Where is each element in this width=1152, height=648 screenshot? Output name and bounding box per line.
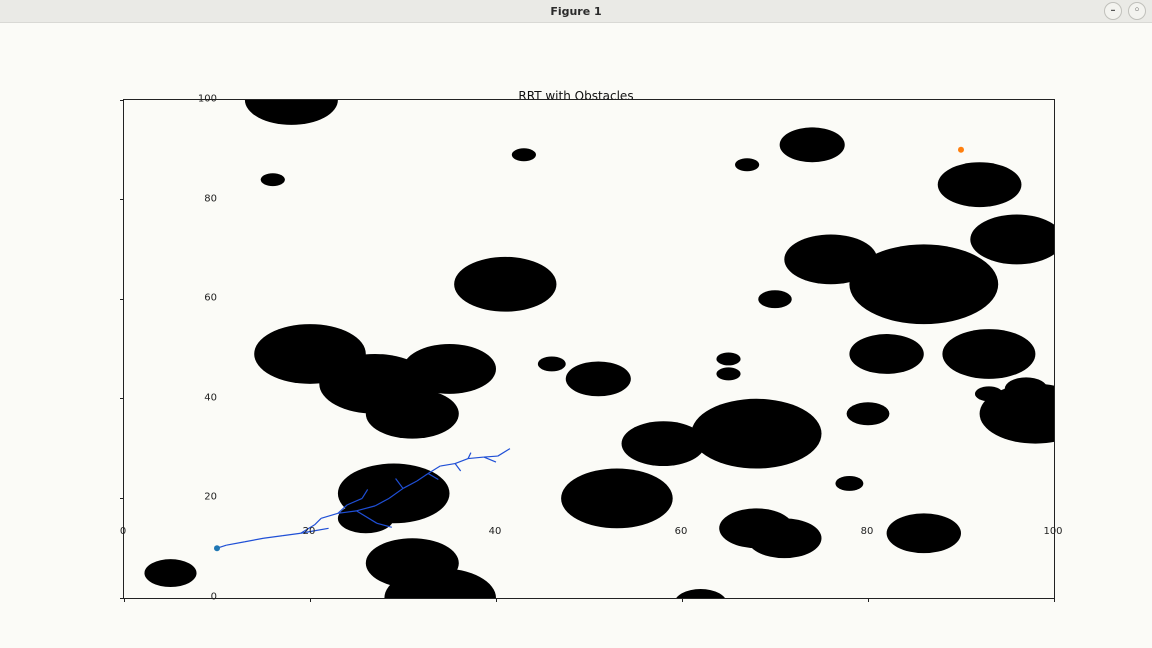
y-tick-label: 40 — [177, 392, 217, 403]
tree-edge — [321, 513, 338, 518]
tree-edge — [245, 538, 264, 541]
obstacle-circle — [887, 513, 961, 553]
obstacle-circle — [254, 324, 366, 384]
tree-edge — [440, 464, 455, 466]
obstacle-circle — [691, 399, 821, 469]
obstacle-circle — [849, 334, 923, 374]
goal-marker — [958, 147, 964, 153]
y-tick-label: 100 — [177, 94, 217, 105]
x-tick-label: 20 — [289, 526, 329, 537]
tree-edge — [428, 466, 440, 473]
x-tick-label: 60 — [661, 526, 701, 537]
window-title: Figure 1 — [550, 5, 601, 18]
y-tick-label: 60 — [177, 293, 217, 304]
tree-edge — [455, 459, 468, 464]
tree-edge — [498, 449, 510, 456]
obstacle-circle — [261, 173, 285, 186]
x-tick-label: 80 — [847, 526, 887, 537]
x-tick-label: 0 — [103, 526, 143, 537]
obstacle-circle — [942, 329, 1035, 379]
tree-edge — [226, 542, 245, 545]
x-tick-label: 40 — [475, 526, 515, 537]
y-tick-label: 0 — [177, 592, 217, 603]
obstacle-circle — [835, 476, 863, 491]
obstacle-layer — [144, 100, 1054, 598]
obstacle-circle — [975, 386, 1003, 401]
obstacle-circle — [454, 257, 556, 312]
tree-edge — [484, 457, 496, 462]
obstacle-circle — [849, 244, 998, 324]
obstacle-circle — [938, 162, 1022, 207]
tree-edge — [315, 518, 322, 524]
obstacle-circle — [144, 559, 196, 587]
start-marker — [214, 545, 220, 551]
window-controls: – ◦ — [1104, 2, 1146, 20]
maximize-button[interactable]: ◦ — [1128, 2, 1146, 20]
plot-axes — [123, 99, 1055, 599]
obstacle-circle — [622, 421, 706, 466]
obstacle-circle — [716, 367, 740, 380]
obstacle-circle — [758, 290, 791, 308]
obstacle-circle — [538, 356, 566, 371]
obstacle-circle — [366, 538, 459, 588]
obstacle-circle — [719, 508, 793, 548]
obstacle-circle — [780, 127, 845, 162]
obstacle-circle — [512, 148, 536, 161]
window-titlebar: Figure 1 – ◦ — [0, 0, 1152, 23]
obstacle-circle — [561, 469, 673, 529]
tree-edge — [264, 536, 283, 538]
obstacle-circle — [675, 589, 727, 598]
x-tick-label: 100 — [1033, 526, 1073, 537]
obstacle-circle — [847, 402, 890, 425]
y-tick-label: 80 — [177, 193, 217, 204]
tree-edge — [468, 457, 484, 458]
plot-svg — [124, 100, 1054, 598]
y-tick-label: 20 — [177, 492, 217, 503]
obstacle-circle — [716, 352, 740, 365]
tree-edge — [484, 456, 498, 457]
obstacle-circle — [566, 361, 631, 396]
obstacle-circle — [735, 158, 759, 171]
minimize-button[interactable]: – — [1104, 2, 1122, 20]
tree-edge — [455, 464, 461, 471]
tree-edge — [468, 453, 471, 459]
obstacle-circle — [403, 344, 496, 394]
obstacle-circle — [1005, 377, 1048, 400]
obstacle-circle — [970, 215, 1054, 265]
figure-canvas: RRT with Obstacles 020406080100 02040608… — [0, 23, 1152, 648]
obstacle-circle — [366, 389, 459, 439]
obstacle-circle — [245, 100, 338, 125]
